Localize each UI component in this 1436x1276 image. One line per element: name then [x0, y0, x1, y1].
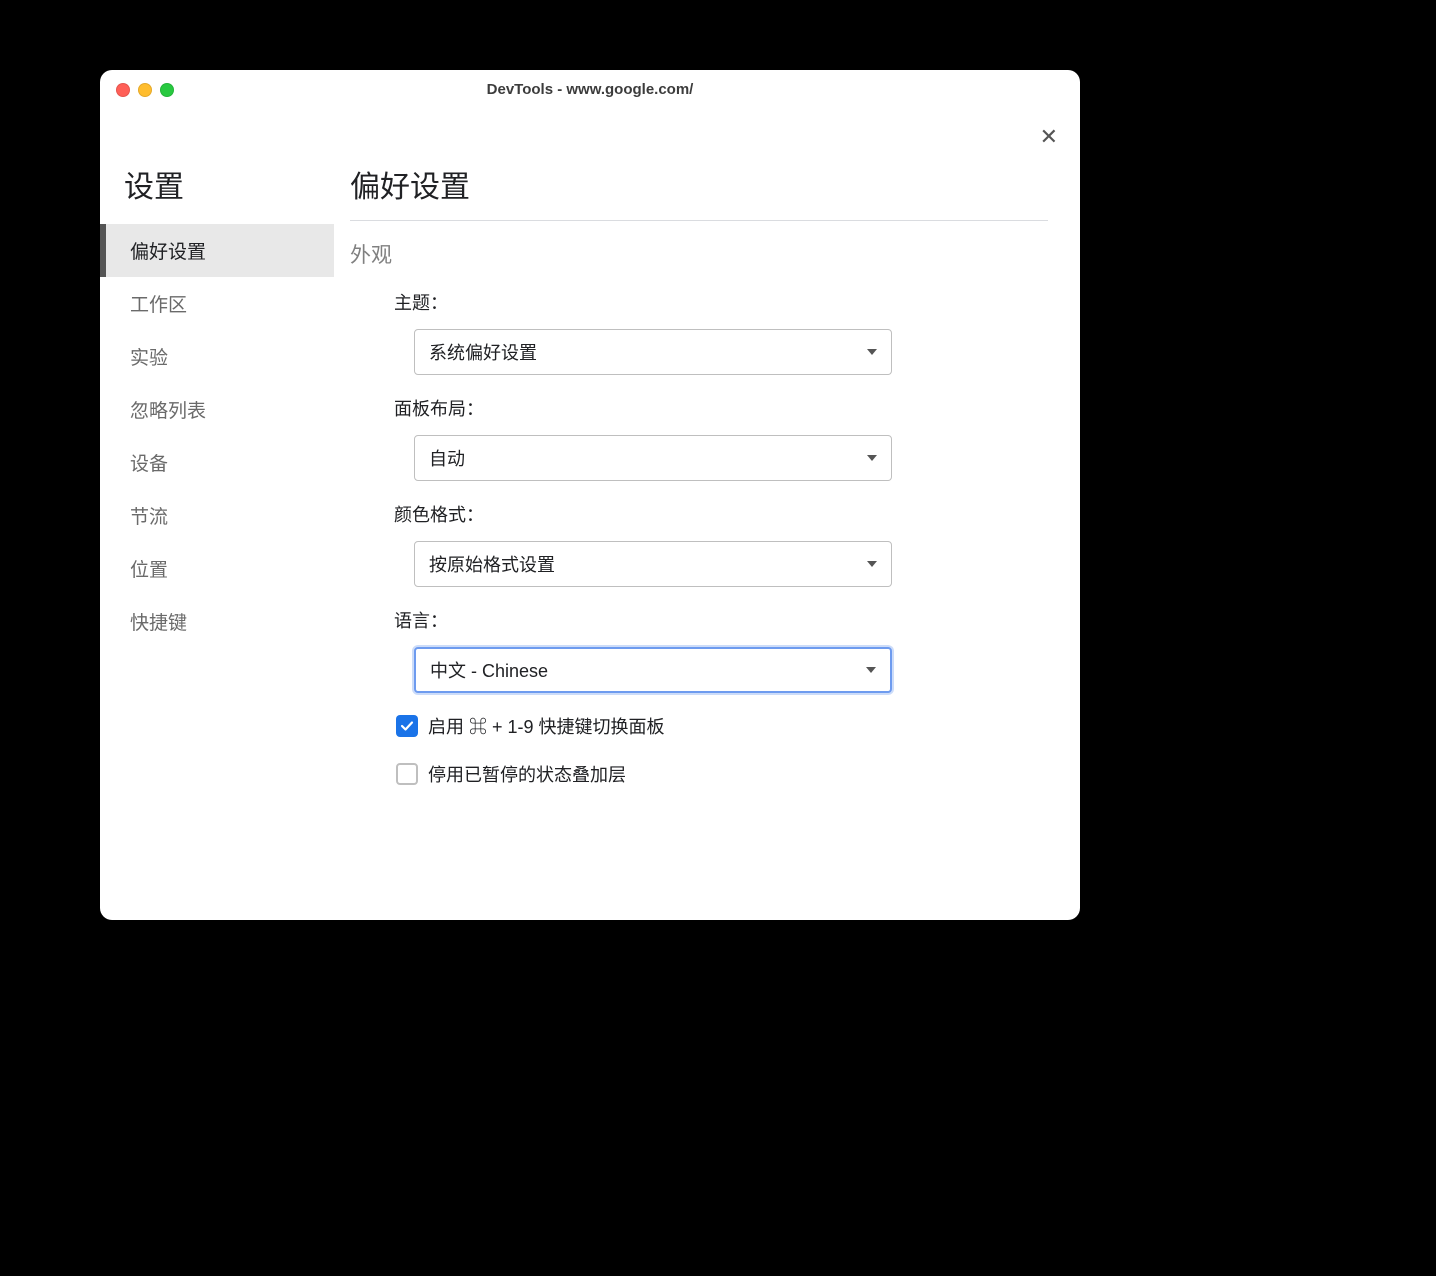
field-panel-layout: 面板布局： 自动	[350, 395, 1048, 481]
checkbox-disable-overlay-label: 停用已暂停的状态叠加层	[428, 761, 626, 787]
sidebar-item-experiments[interactable]: 实验	[100, 330, 334, 383]
window-minimize-button[interactable]	[138, 83, 152, 97]
color-format-value: 按原始格式设置	[429, 551, 555, 577]
main-panel: 偏好设置 外观 主题： 系统偏好设置 面板布局： 自动 颜色格式： 按	[334, 110, 1080, 920]
sidebar-title: 设置	[100, 162, 334, 224]
sidebar-item-locations[interactable]: 位置	[100, 542, 334, 595]
sidebar: 设置 偏好设置 工作区 实验 忽略列表 设备 节流 位置 快捷键	[100, 110, 334, 920]
checkbox-shortcut-switch[interactable]: 启用 ⌘ + 1-9 快捷键切换面板	[396, 713, 1048, 739]
theme-select[interactable]: 系统偏好设置	[414, 329, 892, 375]
page-title: 偏好设置	[350, 162, 1048, 221]
color-format-label: 颜色格式：	[394, 501, 1048, 527]
panel-layout-value: 自动	[429, 445, 465, 471]
panel-layout-label: 面板布局：	[394, 395, 1048, 421]
theme-label: 主题：	[394, 289, 1048, 315]
section-appearance: 外观	[350, 239, 1048, 269]
field-language: 语言： 中文 - Chinese	[350, 607, 1048, 693]
sidebar-item-preferences[interactable]: 偏好设置	[100, 224, 334, 277]
chevron-down-icon	[867, 561, 877, 567]
sidebar-item-throttling[interactable]: 节流	[100, 489, 334, 542]
sidebar-item-shortcuts[interactable]: 快捷键	[100, 595, 334, 648]
language-select[interactable]: 中文 - Chinese	[414, 647, 892, 693]
checkbox-icon-checked	[396, 715, 418, 737]
language-value: 中文 - Chinese	[430, 657, 548, 683]
chevron-down-icon	[867, 455, 877, 461]
window-close-button[interactable]	[116, 83, 130, 97]
theme-value: 系统偏好设置	[429, 339, 537, 365]
color-format-select[interactable]: 按原始格式设置	[414, 541, 892, 587]
sidebar-item-workspace[interactable]: 工作区	[100, 277, 334, 330]
traffic-lights	[116, 83, 174, 97]
language-label: 语言：	[394, 607, 1048, 633]
chevron-down-icon	[867, 349, 877, 355]
window-title: DevTools - www.google.com/	[100, 81, 1080, 98]
close-icon[interactable]: ✕	[1040, 126, 1058, 148]
devtools-window: DevTools - www.google.com/ ✕ 设置 偏好设置 工作区…	[100, 70, 1080, 920]
checkbox-icon-unchecked	[396, 763, 418, 785]
sidebar-item-ignore-list[interactable]: 忽略列表	[100, 383, 334, 436]
window-maximize-button[interactable]	[160, 83, 174, 97]
chevron-down-icon	[866, 667, 876, 673]
content: ✕ 设置 偏好设置 工作区 实验 忽略列表 设备 节流 位置 快捷键 偏好设置 …	[100, 110, 1080, 920]
field-color-format: 颜色格式： 按原始格式设置	[350, 501, 1048, 587]
sidebar-item-devices[interactable]: 设备	[100, 436, 334, 489]
field-theme: 主题： 系统偏好设置	[350, 289, 1048, 375]
checkbox-shortcut-label: 启用 ⌘ + 1-9 快捷键切换面板	[428, 713, 665, 739]
panel-layout-select[interactable]: 自动	[414, 435, 892, 481]
checkbox-disable-overlay[interactable]: 停用已暂停的状态叠加层	[396, 761, 1048, 787]
titlebar: DevTools - www.google.com/	[100, 70, 1080, 110]
